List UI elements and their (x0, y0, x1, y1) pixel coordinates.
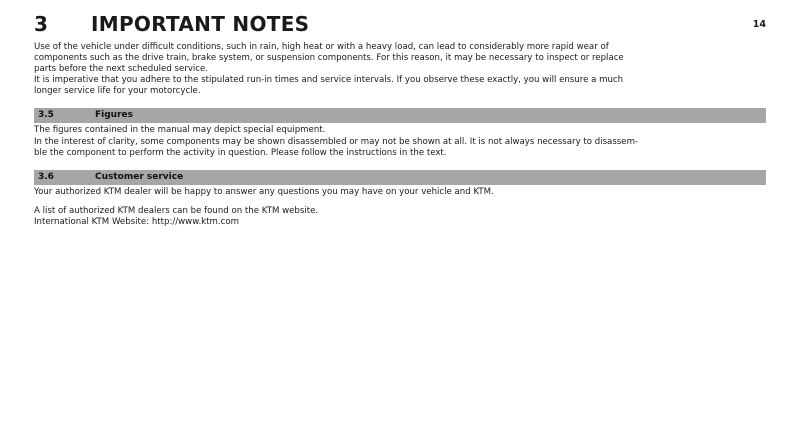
text-line: longer service life for your motorcycle. (34, 86, 201, 97)
section-body-customer-service: Your authorized KTM dealer will be happy… (34, 187, 766, 228)
page-number: 14 (752, 19, 766, 30)
text-line: A list of authorized KTM dealers can be … (34, 205, 319, 216)
text-line: ble the component to perform the activit… (34, 147, 447, 158)
chapter-number: 3 (34, 12, 48, 36)
text-line: Your authorized KTM dealer will be happy… (34, 186, 494, 197)
section-title: Customer service (95, 171, 184, 182)
section-body-figures: The figures contained in the manual may … (34, 125, 766, 158)
text-line: components such as the drive train, brak… (34, 53, 624, 64)
section-heading-customer-service: 3.6 Customer service (34, 169, 766, 185)
chapter-title: IMPORTANT NOTES (91, 12, 310, 36)
section-title: Figures (95, 110, 133, 121)
section-heading-figures: 3.5 Figures (34, 108, 766, 124)
website-line: International KTM Website: http://www.kt… (34, 216, 239, 227)
intro-paragraph-1: Use of the vehicle under difficult condi… (34, 42, 766, 75)
section-number: 3.5 (38, 110, 54, 121)
intro-paragraph-2: It is imperative that you adhere to the … (34, 75, 766, 97)
text-line: It is imperative that you adhere to the … (34, 75, 624, 86)
text-line: Use of the vehicle under difficult condi… (34, 42, 609, 52)
page-header: 3 IMPORTANT NOTES 14 (34, 11, 766, 37)
text-line: In the interest of clarity, some compone… (34, 136, 639, 147)
text-line: The figures contained in the manual may … (34, 125, 326, 136)
text-line: parts before the next scheduled service. (34, 64, 209, 75)
section-number: 3.6 (38, 171, 54, 182)
page-content: Use of the vehicle under difficult condi… (34, 42, 766, 228)
